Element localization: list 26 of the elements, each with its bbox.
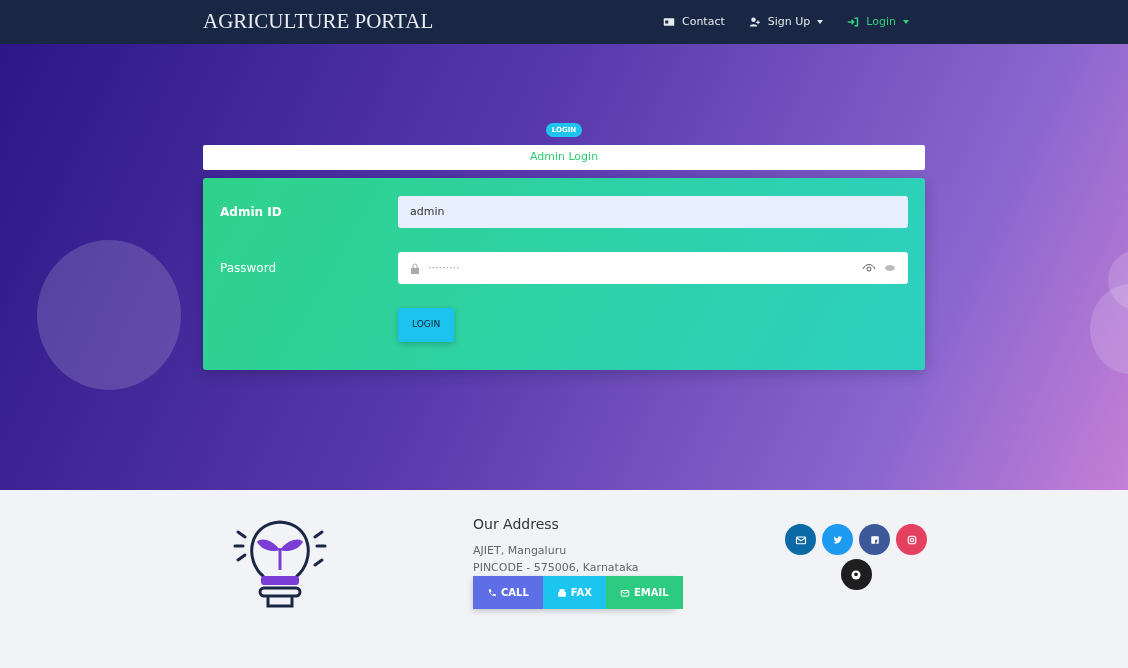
address-heading: Our Address <box>473 515 560 534</box>
lock-icon <box>410 262 420 274</box>
social-button[interactable] <box>859 524 890 555</box>
contact-card-icon <box>663 16 675 28</box>
contact-button[interactable]: CALL <box>473 576 543 609</box>
admin-id-field[interactable]: admin <box>398 196 908 228</box>
nav-link[interactable]: Sign Up <box>748 13 824 31</box>
login-button[interactable]: LOGIN <box>398 308 455 342</box>
bird-icon <box>831 533 844 546</box>
field-label: Password <box>220 260 278 277</box>
brand-title[interactable]: AGRICULTURE PORTAL <box>203 6 434 38</box>
envelope-icon <box>619 587 630 598</box>
address-line: PINCODE - 575006, Karnataka <box>473 559 640 576</box>
form-title: Admin Login <box>203 145 925 170</box>
user-plus-icon <box>748 16 761 28</box>
field-label: Admin ID <box>220 204 283 221</box>
address-line: AJIET, Mangaluru <box>473 543 568 559</box>
phone-icon <box>487 587 497 598</box>
sign-in-icon <box>847 16 860 28</box>
social-button[interactable] <box>840 559 872 590</box>
nav-link[interactable]: Contact <box>663 13 725 31</box>
nav-link[interactable]: Login <box>847 13 909 31</box>
fax-icon <box>556 587 567 598</box>
envelope-icon <box>794 533 807 546</box>
eye-icon[interactable] <box>862 263 876 273</box>
camera-icon <box>905 533 918 546</box>
